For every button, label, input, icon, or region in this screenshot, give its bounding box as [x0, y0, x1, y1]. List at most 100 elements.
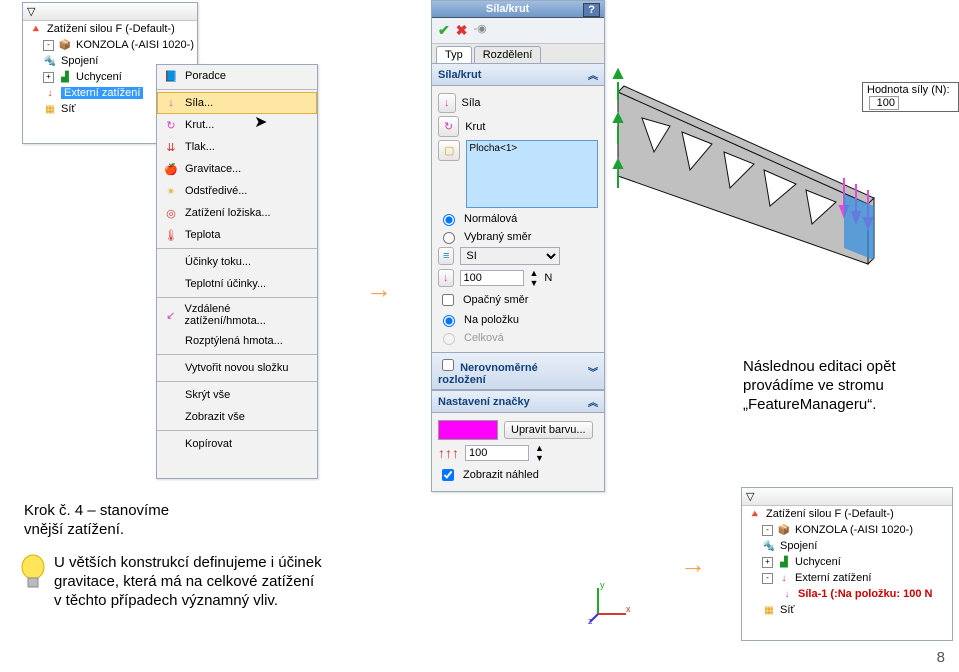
menu-label: Poradce: [185, 70, 226, 82]
menu-label: Teplota: [185, 229, 220, 241]
menu-bearing-load[interactable]: ◎ Zatížení ložiska...: [157, 202, 317, 224]
spin-buttons[interactable]: ▲▼: [530, 268, 539, 288]
force-value-callout: Hodnota síly (N): 100: [862, 82, 959, 112]
menu-remote-load[interactable]: ↙ Vzdálené zatížení/hmota...: [157, 300, 317, 330]
radio-label: Vybraný směr: [464, 231, 531, 243]
expand-icon[interactable]: +: [43, 72, 54, 83]
force-value-input[interactable]: [460, 270, 524, 286]
face-selection-box[interactable]: Plocha<1>: [466, 140, 598, 208]
tree-label: Uchycení: [76, 71, 122, 83]
tree-label: Externí zatížení: [795, 572, 871, 584]
face-select-icon[interactable]: ▢: [438, 140, 460, 161]
menu-gravity[interactable]: 🍎 Gravitace...: [157, 158, 317, 180]
cursor-icon: ➤: [254, 112, 267, 132]
apple-icon: 🍎: [163, 161, 179, 177]
radio-normal[interactable]: [443, 214, 455, 226]
arrow-down-icon: ↓: [780, 587, 794, 601]
chevron-up-icon: ︽: [588, 394, 598, 409]
section-mark-settings[interactable]: Nastavení značky︽: [432, 390, 604, 413]
chevron-up-icon: ︽: [588, 67, 598, 82]
filter-icon[interactable]: ▽: [27, 5, 35, 18]
unit-icon[interactable]: ≡: [438, 247, 454, 265]
tree-item[interactable]: - ↓ Externí zatížení: [742, 570, 952, 586]
tab-type[interactable]: Typ: [436, 46, 472, 63]
pressure-icon: ⇊: [163, 139, 179, 155]
model-view[interactable]: [612, 28, 892, 272]
clamp-icon: ▟: [58, 70, 72, 84]
tree-label: Síla-1 (:Na položku: 100 N: [798, 588, 932, 600]
tree-item[interactable]: ▦ Síť: [742, 602, 952, 618]
menu-thermal-effects[interactable]: Teplotní účinky...: [157, 273, 317, 295]
tree-item[interactable]: 🔺 Zatížení silou F (-Default-): [23, 21, 197, 37]
arrow-icon: →: [680, 549, 706, 580]
ok-button[interactable]: ✔: [438, 22, 450, 39]
force-button[interactable]: ↓ Síla: [438, 93, 598, 113]
menu-hide-all[interactable]: Skrýt vše: [157, 384, 317, 406]
reverse-checkbox[interactable]: [442, 294, 454, 306]
menu-label: Krut...: [185, 119, 214, 131]
external-load-icon: ↓: [43, 86, 57, 100]
collapse-icon[interactable]: -: [762, 573, 773, 584]
mesh-icon: ▦: [43, 102, 57, 116]
tree-item[interactable]: - 📦 KONZOLA (-AISI 1020-): [742, 522, 952, 538]
menu-centrifugal[interactable]: ✴ Odstředivé...: [157, 180, 317, 202]
mark-size-input[interactable]: [465, 445, 529, 461]
radio-per-item[interactable]: [443, 315, 455, 327]
bearing-icon: ◎: [163, 205, 179, 221]
svg-text:y: y: [600, 580, 605, 590]
collapse-icon[interactable]: -: [43, 40, 54, 51]
radio-direction[interactable]: [443, 232, 455, 244]
expand-icon[interactable]: +: [762, 557, 773, 568]
menu-show-all[interactable]: Zobrazit vše: [157, 406, 317, 428]
svg-text:x: x: [626, 604, 631, 614]
force-arrow-icon: 🔺: [29, 22, 43, 36]
tree-item[interactable]: - 📦 KONZOLA (-AISI 1020-): [23, 37, 197, 53]
unit-select[interactable]: SI: [460, 247, 560, 265]
menu-label: Odstředivé...: [185, 185, 247, 197]
clamp-icon: ▟: [777, 555, 791, 569]
filter-icon[interactable]: ▽: [746, 490, 754, 503]
nonuniform-checkbox[interactable]: [442, 359, 454, 371]
tree-label: Zatížení silou F (-Default-): [766, 508, 894, 520]
tree-label: Síť: [780, 604, 795, 616]
section-nonuniform[interactable]: Nerovnoměrné rozložení ︾: [432, 352, 604, 390]
edit-color-button[interactable]: Upravit barvu...: [504, 421, 593, 439]
tab-distribution[interactable]: Rozdělení: [474, 46, 542, 63]
menu-copy[interactable]: Kopírovat: [157, 433, 317, 455]
torque-button[interactable]: ↻ Krut: [438, 116, 598, 137]
section-force-torque[interactable]: Síla/krut︽: [432, 63, 604, 86]
force-arrow-icon: 🔺: [748, 507, 762, 521]
menu-advisor[interactable]: 📘 Poradce: [157, 65, 317, 87]
tree-label: KONZOLA (-AISI 1020-): [795, 524, 913, 536]
menu-flow-effects[interactable]: Účinky toku...: [157, 251, 317, 273]
checkbox-label: Opačný směr: [463, 294, 528, 306]
spin-buttons[interactable]: ▲▼: [535, 443, 544, 463]
force-value[interactable]: 100: [869, 96, 899, 110]
feature-tree-panel-after: ▽ 🔺 Zatížení silou F (-Default-) - 📦 KON…: [741, 487, 953, 641]
radio-label: Normálová: [464, 213, 517, 225]
color-swatch[interactable]: [438, 420, 498, 440]
preview-checkbox[interactable]: [442, 469, 454, 481]
lightbulb-icon: [18, 552, 48, 592]
tree-item-force1[interactable]: ↓ Síla-1 (:Na položku: 100 N: [742, 586, 952, 602]
menu-force[interactable]: ↓ Síla...: [157, 92, 317, 114]
menu-distributed-mass[interactable]: Rozptýlená hmota...: [157, 330, 317, 352]
cancel-button[interactable]: ✖: [456, 22, 468, 39]
tree-item[interactable]: 🔺 Zatížení silou F (-Default-): [742, 506, 952, 522]
menu-pressure[interactable]: ⇊ Tlak...: [157, 136, 317, 158]
axes-triad-icon: y x z: [588, 580, 632, 624]
selected-face: Plocha<1>: [469, 143, 517, 154]
pin-button[interactable]: -◉: [473, 22, 486, 39]
collapse-icon[interactable]: -: [762, 525, 773, 536]
menu-torque[interactable]: ↻ Krut...: [157, 114, 317, 136]
radio-total: [443, 333, 455, 345]
tree-item[interactable]: 🔩 Spojení: [742, 538, 952, 554]
menu-new-folder[interactable]: Vytvořit novou složku: [157, 357, 317, 379]
help-button[interactable]: ?: [583, 3, 600, 17]
menu-label: Rozptýlená hmota...: [185, 335, 283, 347]
property-panel: Síla/krut ? ✔ ✖ -◉ Typ Rozdělení Síla/kr…: [431, 0, 605, 492]
tree-item[interactable]: + ▟ Uchycení: [742, 554, 952, 570]
menu-label: Kopírovat: [185, 438, 232, 450]
mesh-icon: ▦: [762, 603, 776, 617]
menu-temperature[interactable]: 🌡 Teplota: [157, 224, 317, 246]
